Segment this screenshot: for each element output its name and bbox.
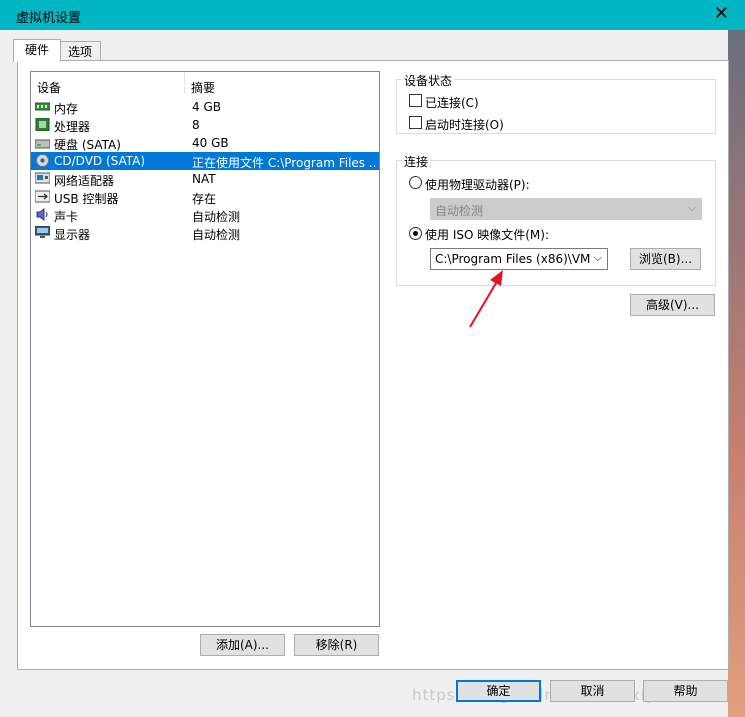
physical-drive-radio[interactable] xyxy=(409,176,422,189)
device-name: 处理器 xyxy=(54,120,91,134)
device-name: 显示器 xyxy=(54,228,91,242)
device-summary: 存在 xyxy=(192,192,217,206)
device-name: CD/DVD (SATA) xyxy=(54,154,146,168)
tab-options[interactable]: 选项 xyxy=(59,41,101,62)
device-summary: 40 GB xyxy=(192,136,229,150)
device-name: USB 控制器 xyxy=(54,192,119,206)
connected-checkbox[interactable] xyxy=(409,94,422,107)
memory-icon xyxy=(35,102,50,111)
device-summary: 正在使用文件 C:\Program Files ... xyxy=(192,156,377,170)
cancel-button[interactable]: 取消 xyxy=(550,680,635,702)
display-icon xyxy=(35,226,50,238)
tab-hardware-label: 硬件 xyxy=(24,43,49,57)
usb-icon xyxy=(35,190,50,203)
connected-label[interactable]: 已连接(C) xyxy=(425,94,479,111)
device-list-header: 设备 摘要 xyxy=(31,72,379,96)
device-row-processor[interactable]: 处理器 8 xyxy=(31,116,379,134)
processor-icon xyxy=(35,118,50,131)
connect-at-power-on-label[interactable]: 启动时连接(O) xyxy=(425,116,504,133)
advanced-button[interactable]: 高级(V)... xyxy=(630,294,715,316)
physical-drive-select: 自动检测 ⌵ xyxy=(430,198,702,220)
device-name: 网络适配器 xyxy=(54,174,115,188)
column-header-device[interactable]: 设备 xyxy=(37,79,61,96)
tab-hardware[interactable]: 硬件 xyxy=(13,39,61,62)
device-row-cd-dvd[interactable]: CD/DVD (SATA) 正在使用文件 C:\Program Files ..… xyxy=(31,152,379,170)
device-name: 声卡 xyxy=(54,210,79,224)
physical-drive-value: 自动检测 xyxy=(435,204,484,218)
remove-device-button[interactable]: 移除(R) xyxy=(294,634,379,656)
network-adapter-icon xyxy=(35,172,50,184)
device-summary: 4 GB xyxy=(192,100,221,114)
column-separator[interactable] xyxy=(184,72,185,94)
sound-card-icon xyxy=(36,208,48,221)
ok-button[interactable]: 确定 xyxy=(456,680,541,702)
device-row-sound-card[interactable]: 声卡 自动检测 xyxy=(31,206,379,224)
help-button[interactable]: 帮助 xyxy=(643,680,728,702)
annotation-arrow-icon xyxy=(469,270,503,328)
iso-image-label[interactable]: 使用 ISO 映像文件(M): xyxy=(425,226,549,243)
connection-title: 连接 xyxy=(402,153,431,170)
cd-dvd-icon xyxy=(36,154,49,167)
hard-disk-icon xyxy=(35,139,50,149)
device-row-hard-disk[interactable]: 硬盘 (SATA) 40 GB xyxy=(31,134,379,152)
close-icon[interactable]: ✕ xyxy=(714,4,729,24)
device-summary: 自动检测 xyxy=(192,228,241,242)
browse-button[interactable]: 浏览(B)... xyxy=(630,248,701,270)
column-header-summary[interactable]: 摘要 xyxy=(191,79,215,96)
physical-drive-label[interactable]: 使用物理驱动器(P): xyxy=(425,176,530,193)
chevron-down-icon: ⌵ xyxy=(687,201,696,214)
device-row-display[interactable]: 显示器 自动检测 xyxy=(31,224,379,242)
device-row-memory[interactable]: 内存 4 GB xyxy=(31,98,379,116)
device-summary: 8 xyxy=(192,118,200,132)
chevron-down-icon[interactable]: ⌵ xyxy=(594,251,602,265)
add-device-button[interactable]: 添加(A)... xyxy=(200,634,285,656)
iso-image-radio[interactable] xyxy=(409,227,422,240)
device-row-network-adapter[interactable]: 网络适配器 NAT xyxy=(31,170,379,188)
desktop-background xyxy=(728,30,745,717)
title-bar: 虚拟机设置 ✕ xyxy=(0,0,745,30)
connect-at-power-on-checkbox[interactable] xyxy=(409,116,422,129)
window-title: 虚拟机设置 xyxy=(16,11,82,26)
tab-options-label: 选项 xyxy=(67,45,92,59)
device-name: 内存 xyxy=(54,102,79,116)
device-row-usb-controller[interactable]: USB 控制器 存在 xyxy=(31,188,379,206)
device-list[interactable]: 设备 摘要 内存 4 GB 处理器 8 硬盘 (SATA) 40 GB CD/D… xyxy=(30,71,380,627)
device-summary: 自动检测 xyxy=(192,210,241,224)
device-status-title: 设备状态 xyxy=(402,72,455,89)
device-name: 硬盘 (SATA) xyxy=(54,138,121,152)
device-summary: NAT xyxy=(192,172,216,186)
